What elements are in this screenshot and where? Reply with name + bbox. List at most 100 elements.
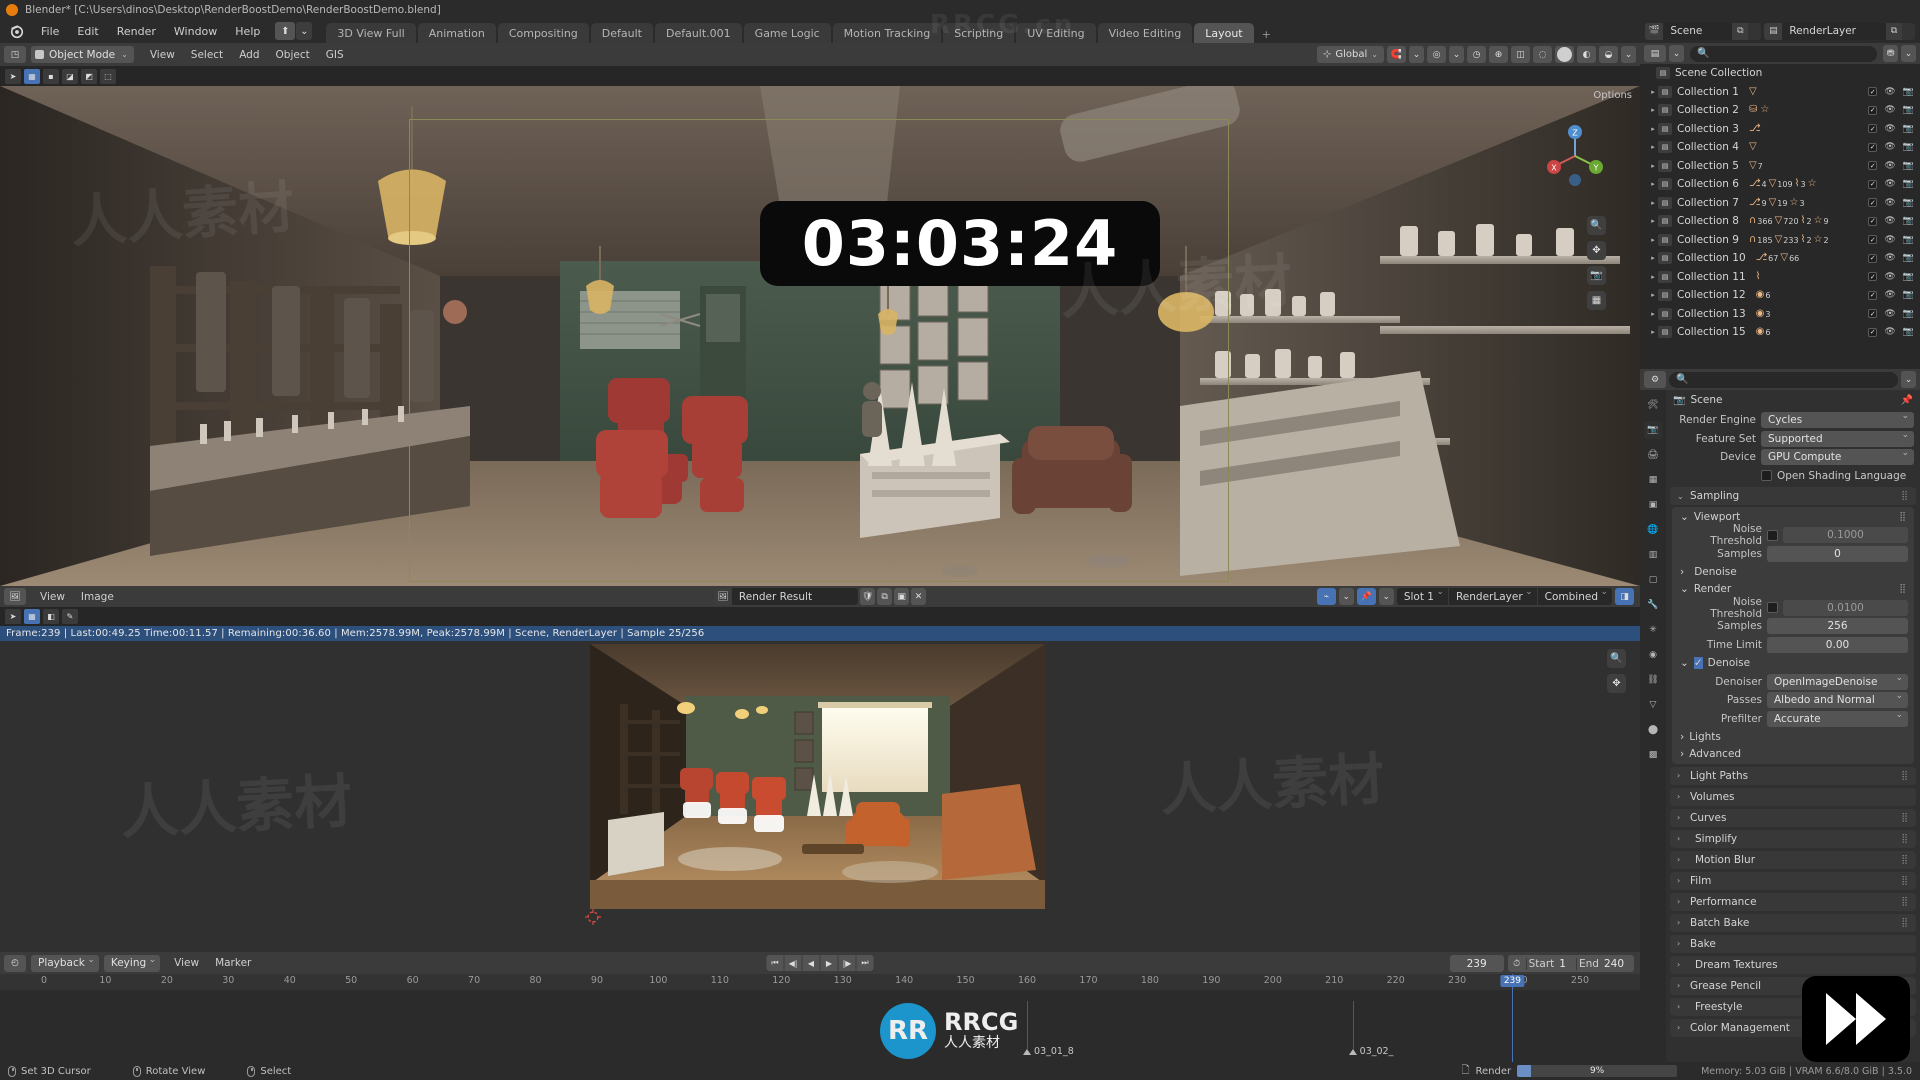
workspace-tab-3d-view-full[interactable]: 3D View Full xyxy=(326,23,416,45)
chevron-right-icon[interactable]: ▸ xyxy=(1648,143,1658,151)
pin-id-icon[interactable]: 📌 xyxy=(1901,395,1913,406)
outliner-collection-row[interactable]: ▸ ▤ Collection 15 ◉ 6 ✓ 👁 📷 xyxy=(1640,323,1920,342)
tab-material[interactable]: ⬤ xyxy=(1644,721,1662,739)
chevron-right-icon[interactable]: ▸ xyxy=(1648,328,1658,336)
render-presets-icon[interactable]: ⣿ xyxy=(1899,584,1906,594)
playback-popover[interactable]: Playback xyxy=(31,954,99,972)
collection-exclude-checkbox[interactable]: ✓ xyxy=(1868,105,1878,115)
prev-keyframe-button[interactable]: ◀| xyxy=(784,955,802,971)
outliner-tree[interactable]: ▤ Scene Collection ▸ ▤ Collection 1 ▽ ✓ 👁 📷 ▸ ▤ Col… xyxy=(1640,64,1920,369)
disable-in-render-icon[interactable]: 📷 xyxy=(1903,309,1914,319)
collection-exclude-checkbox[interactable]: ✓ xyxy=(1868,216,1878,226)
panel-presets-icon[interactable]: ⣿ xyxy=(1901,897,1909,907)
end-frame-value[interactable]: 240 xyxy=(1604,958,1634,970)
properties-editor-type-button[interactable]: ⚙ xyxy=(1644,371,1666,388)
outliner-collection-row[interactable]: ▸ ▤ Collection 1 ▽ ✓ 👁 📷 xyxy=(1640,83,1920,102)
sampling-drag-handle[interactable]: ⣿ xyxy=(1901,491,1909,501)
viewport-shading-rendered[interactable]: ◒ xyxy=(1599,46,1618,63)
image-pan-icon[interactable]: ✥ xyxy=(1607,674,1626,693)
viewport-samples-value[interactable]: 0 xyxy=(1767,545,1908,562)
viewport-menu-select[interactable]: Select xyxy=(183,46,231,64)
advanced-subpanel[interactable]: › Advanced xyxy=(1672,746,1914,763)
tab-physics[interactable]: ◉ xyxy=(1644,646,1662,664)
editor-type-button[interactable]: ◳ xyxy=(4,46,26,63)
viewport-menu-gis[interactable]: GIS xyxy=(318,46,352,64)
hide-in-viewport-icon[interactable]: 👁 xyxy=(1884,87,1895,97)
outliner-display-mode-dropdown[interactable]: ⌄ xyxy=(1669,45,1684,62)
tab-collection[interactable]: ▥ xyxy=(1644,546,1662,564)
collection-exclude-checkbox[interactable]: ✓ xyxy=(1868,161,1878,171)
properties-search-input[interactable]: 🔍 xyxy=(1669,371,1898,388)
display-channels-dropdown[interactable]: ⌄ xyxy=(1338,588,1354,605)
proportional-falloff-dropdown[interactable]: ⌄ xyxy=(1449,46,1464,63)
chevron-right-icon[interactable]: ▸ xyxy=(1648,291,1658,299)
tab-texture[interactable]: ▩ xyxy=(1644,746,1662,764)
tab-constraints[interactable]: ⛓ xyxy=(1644,671,1662,689)
lights-subpanel[interactable]: › Lights xyxy=(1672,729,1914,746)
hide-in-viewport-icon[interactable]: 👁 xyxy=(1884,105,1895,115)
workspace-tab-default[interactable]: Default xyxy=(590,23,653,45)
timeline-ruler[interactable]: 0 10 20 30 40 50 60 70 80 90 100 110 120 130 140 150 160… xyxy=(0,974,1640,990)
timeline-editor-type-button[interactable]: ◴ xyxy=(4,954,26,972)
viewport-noise-threshold-value[interactable]: 0.1000 xyxy=(1783,527,1908,543)
panel-presets-icon[interactable]: ⣿ xyxy=(1901,834,1909,844)
chevron-right-icon[interactable]: ▸ xyxy=(1648,217,1658,225)
outliner-collection-row[interactable]: ▸ ▤ Collection 12 ◉ 6 ✓ 👁 📷 xyxy=(1640,286,1920,305)
image-pin-dropdown[interactable]: ⌄ xyxy=(1378,588,1394,605)
scene-browse-dropdown[interactable]: ⌄ xyxy=(296,22,313,40)
menu-file[interactable]: File xyxy=(32,22,68,41)
viewport-options-label[interactable]: Options xyxy=(1593,90,1632,101)
timeline-menu-view[interactable]: View xyxy=(166,954,207,972)
prefilter-dropdown[interactable]: Accurate xyxy=(1767,710,1908,727)
outliner-editor-type-button[interactable]: ▤ xyxy=(1644,45,1666,62)
render-noise-threshold-value[interactable]: 0.0100 xyxy=(1783,599,1908,616)
hide-in-viewport-icon[interactable]: 👁 xyxy=(1884,161,1895,171)
outliner-collection-row[interactable]: ▸ ▤ Collection 10 ⎇ 67 ▽ 66 ✓ 👁 📷 xyxy=(1640,249,1920,268)
properties-panel-header[interactable]: › Performance ⣿ xyxy=(1670,892,1916,911)
xray-toggle-button[interactable]: ◫ xyxy=(1511,46,1530,63)
workspace-tab-animation[interactable]: Animation xyxy=(417,23,496,45)
disable-in-render-icon[interactable]: 📷 xyxy=(1903,87,1914,97)
collection-exclude-checkbox[interactable]: ✓ xyxy=(1868,198,1878,208)
hide-in-viewport-icon[interactable]: 👁 xyxy=(1884,142,1895,152)
properties-panel-header[interactable]: › Film ⣿ xyxy=(1670,871,1916,890)
camera-view-icon[interactable]: 📷 xyxy=(1587,266,1606,285)
chevron-right-icon[interactable]: ▸ xyxy=(1648,162,1658,170)
use-preview-range-icon[interactable]: ⏱ xyxy=(1508,959,1526,969)
menu-edit[interactable]: Edit xyxy=(68,22,107,41)
workspace-tab-layout[interactable]: Layout xyxy=(1194,23,1254,45)
image-unlink-button[interactable]: ✕ xyxy=(911,588,927,605)
viewport-menu-view[interactable]: View xyxy=(142,46,183,64)
tab-render[interactable]: 📷 xyxy=(1644,421,1662,439)
image-fake-user-button[interactable]: 🛡 xyxy=(860,588,876,605)
properties-panel-header[interactable]: › Dream Textures xyxy=(1670,955,1916,974)
viewport-presets-icon[interactable]: ⣿ xyxy=(1899,512,1906,522)
image-sample-tool-icon[interactable]: ◧ xyxy=(43,609,59,624)
scene-selector[interactable]: 🎬 Scene ⧉ xyxy=(1645,22,1762,40)
collection-exclude-checkbox[interactable]: ✓ xyxy=(1868,272,1878,282)
jump-start-button[interactable]: ⏮ xyxy=(766,955,784,971)
render-layer-dropdown[interactable]: RenderLayer xyxy=(1447,588,1537,605)
sampling-panel-header[interactable]: ⌄ Sampling ⣿ xyxy=(1670,487,1916,505)
properties-panel-header[interactable]: › Curves ⣿ xyxy=(1670,808,1916,827)
denoiser-dropdown[interactable]: OpenImageDenoise xyxy=(1767,673,1908,690)
render-noise-threshold-checkbox[interactable] xyxy=(1767,602,1778,613)
outliner-collection-row[interactable]: ▸ ▤ Collection 13 ◉ 3 ✓ 👁 📷 xyxy=(1640,305,1920,324)
tab-tool[interactable]: 🛠 xyxy=(1644,396,1662,414)
outliner-collection-row[interactable]: ▸ ▤ Collection 6 ⎇ 4 ▽ 109 ⌇ 3 ☆ ✓ 👁 📷 xyxy=(1640,175,1920,194)
render-samples-value[interactable]: 256 xyxy=(1767,618,1908,634)
chevron-right-icon[interactable]: ▸ xyxy=(1648,273,1658,281)
disable-in-render-icon[interactable]: 📷 xyxy=(1903,198,1914,208)
properties-body[interactable]: 📷 Scene 📌 Render Engine Cycles Feature S… xyxy=(1666,390,1920,1062)
zoom-view-icon[interactable]: 🔍 xyxy=(1587,216,1606,235)
hide-in-viewport-icon[interactable]: 👁 xyxy=(1884,124,1895,134)
denoise-subpanel-header[interactable]: ⌄ ✓ Denoise xyxy=(1672,655,1914,672)
hide-in-viewport-icon[interactable]: 👁 xyxy=(1884,179,1895,189)
hide-in-viewport-icon[interactable]: 👁 xyxy=(1884,327,1895,337)
render-progress-bar[interactable]: 9% xyxy=(1517,1065,1678,1077)
properties-panel-header[interactable]: › Volumes xyxy=(1670,787,1916,806)
viewport-noise-threshold-checkbox[interactable] xyxy=(1767,529,1778,541)
show-gizmo-button[interactable]: ◷ xyxy=(1467,46,1486,63)
collection-exclude-checkbox[interactable]: ✓ xyxy=(1868,179,1878,189)
tab-object[interactable]: ▢ xyxy=(1644,571,1662,589)
